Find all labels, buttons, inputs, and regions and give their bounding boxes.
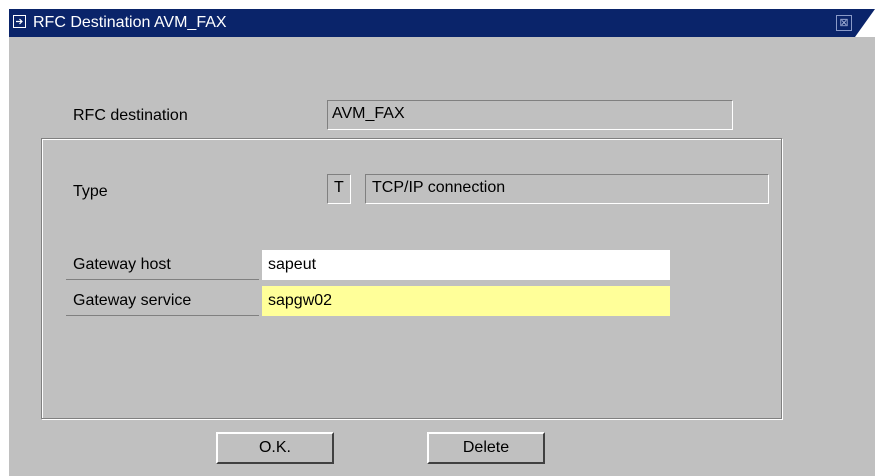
gateway-service-label: Gateway service [73, 292, 192, 309]
rfc-destination-value: AVM_FAX [327, 100, 733, 130]
dialog-icon [13, 15, 27, 29]
gateway-host-label-cell: Gateway host [66, 250, 259, 280]
type-description-value: TCP/IP connection [365, 174, 769, 204]
close-icon[interactable]: ⊠ [836, 15, 852, 31]
type-label: Type [73, 183, 108, 200]
gateway-host-label: Gateway host [73, 256, 171, 273]
gateway-service-label-cell: Gateway service [66, 286, 259, 316]
gateway-host-input[interactable] [262, 250, 670, 280]
window-frame-top [0, 0, 875, 9]
rfc-destination-dialog: RFC Destination AVM_FAX ⊠ RFC destinatio… [0, 0, 875, 476]
rfc-destination-label: RFC destination [73, 107, 188, 124]
type-code-value: T [327, 174, 351, 204]
title-bar: RFC Destination AVM_FAX ⊠ [9, 9, 864, 37]
gateway-service-input[interactable] [262, 286, 670, 316]
window-title: RFC Destination AVM_FAX [33, 14, 227, 31]
ok-button[interactable]: O.K. [216, 432, 334, 464]
window-frame-left [0, 0, 9, 476]
delete-button[interactable]: Delete [427, 432, 545, 464]
title-bar-edge [855, 9, 875, 37]
